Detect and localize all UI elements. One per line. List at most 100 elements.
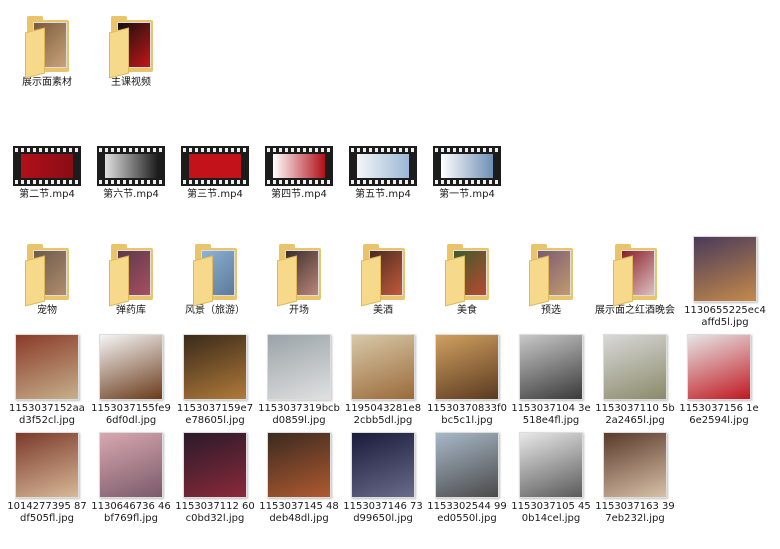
image-thumbnail bbox=[15, 432, 79, 498]
image-thumbnail bbox=[435, 432, 499, 498]
image-file-item[interactable]: 1153302544 99ed0550l.jpg bbox=[426, 432, 508, 525]
image-file-item[interactable]: 1130655225ec4affd5l.jpg bbox=[684, 236, 766, 329]
image-file-label: 1153037163 397eb232l.jpg bbox=[595, 501, 675, 524]
folder-item[interactable]: 预选 bbox=[510, 244, 592, 317]
folder-item[interactable]: 弹药库 bbox=[90, 244, 172, 317]
folder-icon bbox=[107, 244, 155, 307]
folder-icon bbox=[23, 16, 71, 79]
folder-icon bbox=[443, 244, 491, 307]
video-file-item[interactable]: 第六节.mp4 bbox=[90, 146, 172, 201]
image-file-label: 1153037112 60c0bd32l.jpg bbox=[175, 501, 255, 524]
folder-label: 风景（旅游） bbox=[185, 305, 245, 316]
image-file-item[interactable]: 1153037145 48deb48dl.jpg bbox=[258, 432, 340, 525]
folder-item[interactable]: 展示面之红酒晚会 bbox=[594, 244, 676, 317]
folder-item[interactable]: 风景（旅游） bbox=[174, 244, 256, 317]
image-file-item[interactable]: 1153037152aad3f52cl.jpg bbox=[6, 334, 88, 427]
image-file-label: 1153037146 73d99650l.jpg bbox=[343, 501, 423, 524]
image-file-item[interactable]: 1153037319bcbd0859l.jpg bbox=[258, 334, 340, 427]
folder-item[interactable]: 开场 bbox=[258, 244, 340, 317]
image-file-label: 1195043281e82cbb5dl.jpg bbox=[344, 403, 422, 426]
image-thumbnail bbox=[693, 236, 757, 302]
folder-label: 美食 bbox=[457, 305, 477, 316]
image-thumbnail bbox=[99, 432, 163, 498]
image-file-item[interactable]: 1153037105 450b14cel.jpg bbox=[510, 432, 592, 525]
video-thumbnail bbox=[357, 154, 409, 178]
folder-label: 预选 bbox=[541, 305, 561, 316]
video-file-item[interactable]: 第一节.mp4 bbox=[426, 146, 508, 201]
folder-item[interactable]: 主课视频 bbox=[90, 16, 172, 89]
video-file-icon bbox=[97, 146, 165, 186]
image-file-item[interactable]: 1153037163 397eb232l.jpg bbox=[594, 432, 676, 525]
image-thumbnail bbox=[15, 334, 79, 400]
video-thumbnail bbox=[189, 154, 241, 178]
image-thumbnail bbox=[183, 432, 247, 498]
video-file-item[interactable]: 第五节.mp4 bbox=[342, 146, 424, 201]
image-thumbnail bbox=[351, 334, 415, 400]
folder-item[interactable]: 美食 bbox=[426, 244, 508, 317]
folder-item[interactable]: 宠物 bbox=[6, 244, 88, 317]
folder-label: 展示面素材 bbox=[22, 77, 72, 88]
image-file-label: 1130646736 46bf769fl.jpg bbox=[91, 501, 171, 524]
video-file-label: 第六节.mp4 bbox=[103, 189, 159, 200]
video-thumbnail bbox=[105, 154, 157, 178]
video-file-label: 第三节.mp4 bbox=[187, 189, 243, 200]
image-thumbnail bbox=[183, 334, 247, 400]
video-file-label: 第二节.mp4 bbox=[19, 189, 75, 200]
image-thumbnail bbox=[519, 432, 583, 498]
folder-icon bbox=[191, 244, 239, 307]
folder-label: 弹药库 bbox=[116, 305, 146, 316]
image-thumbnail bbox=[267, 432, 331, 498]
folder-label: 主课视频 bbox=[111, 77, 151, 88]
video-file-icon bbox=[349, 146, 417, 186]
image-file-label: 1153037104 3e518e4fl.jpg bbox=[511, 403, 591, 426]
image-thumbnail bbox=[435, 334, 499, 400]
folder-icon bbox=[107, 16, 155, 79]
image-file-label: 1153037105 450b14cel.jpg bbox=[511, 501, 591, 524]
video-thumbnail bbox=[273, 154, 325, 178]
folder-item[interactable]: 展示面素材 bbox=[6, 16, 88, 89]
video-file-item[interactable]: 第四节.mp4 bbox=[258, 146, 340, 201]
folder-label: 美酒 bbox=[373, 305, 393, 316]
image-thumbnail bbox=[603, 432, 667, 498]
image-file-item[interactable]: 11530370833f0bc5c1l.jpg bbox=[426, 334, 508, 427]
video-file-label: 第一节.mp4 bbox=[439, 189, 495, 200]
image-file-label: 1153302544 99ed0550l.jpg bbox=[427, 501, 507, 524]
image-file-label: 11530370833f0bc5c1l.jpg bbox=[427, 403, 507, 426]
folder-icon bbox=[611, 244, 659, 307]
image-thumbnail bbox=[267, 334, 331, 400]
image-file-label: 1153037110 5b2a2465l.jpg bbox=[595, 403, 675, 426]
video-file-icon bbox=[265, 146, 333, 186]
image-thumbnail bbox=[603, 334, 667, 400]
video-file-icon bbox=[181, 146, 249, 186]
folder-item[interactable]: 美酒 bbox=[342, 244, 424, 317]
image-file-item[interactable]: 1153037156 1e6e2594l.jpg bbox=[678, 334, 760, 427]
image-file-item[interactable]: 1153037104 3e518e4fl.jpg bbox=[510, 334, 592, 427]
image-file-item[interactable]: 1153037112 60c0bd32l.jpg bbox=[174, 432, 256, 525]
image-file-item[interactable]: 1130646736 46bf769fl.jpg bbox=[90, 432, 172, 525]
image-file-item[interactable]: 1014277395 87df505fl.jpg bbox=[6, 432, 88, 525]
video-file-item[interactable]: 第三节.mp4 bbox=[174, 146, 256, 201]
image-file-item[interactable]: 1195043281e82cbb5dl.jpg bbox=[342, 334, 424, 427]
image-file-item[interactable]: 1153037155fe96df0dl.jpg bbox=[90, 334, 172, 427]
image-thumbnail bbox=[519, 334, 583, 400]
folder-label: 展示面之红酒晚会 bbox=[595, 305, 675, 316]
image-file-item[interactable]: 1153037146 73d99650l.jpg bbox=[342, 432, 424, 525]
image-file-item[interactable]: 1153037159e7e78605l.jpg bbox=[174, 334, 256, 427]
video-file-label: 第五节.mp4 bbox=[355, 189, 411, 200]
video-file-item[interactable]: 第二节.mp4 bbox=[6, 146, 88, 201]
folder-icon bbox=[275, 244, 323, 307]
image-file-label: 1153037155fe96df0dl.jpg bbox=[91, 403, 171, 426]
folder-icon bbox=[527, 244, 575, 307]
video-thumbnail bbox=[441, 154, 493, 178]
folder-label: 宠物 bbox=[37, 305, 57, 316]
image-file-label: 1153037152aad3f52cl.jpg bbox=[9, 403, 85, 426]
video-file-icon bbox=[13, 146, 81, 186]
video-thumbnail bbox=[21, 154, 73, 178]
image-thumbnail bbox=[687, 334, 751, 400]
image-file-label: 1014277395 87df505fl.jpg bbox=[7, 501, 87, 524]
image-file-label: 1130655225ec4affd5l.jpg bbox=[684, 305, 766, 328]
image-file-label: 1153037159e7e78605l.jpg bbox=[176, 403, 254, 426]
video-file-icon bbox=[433, 146, 501, 186]
folder-icon bbox=[359, 244, 407, 307]
image-file-item[interactable]: 1153037110 5b2a2465l.jpg bbox=[594, 334, 676, 427]
